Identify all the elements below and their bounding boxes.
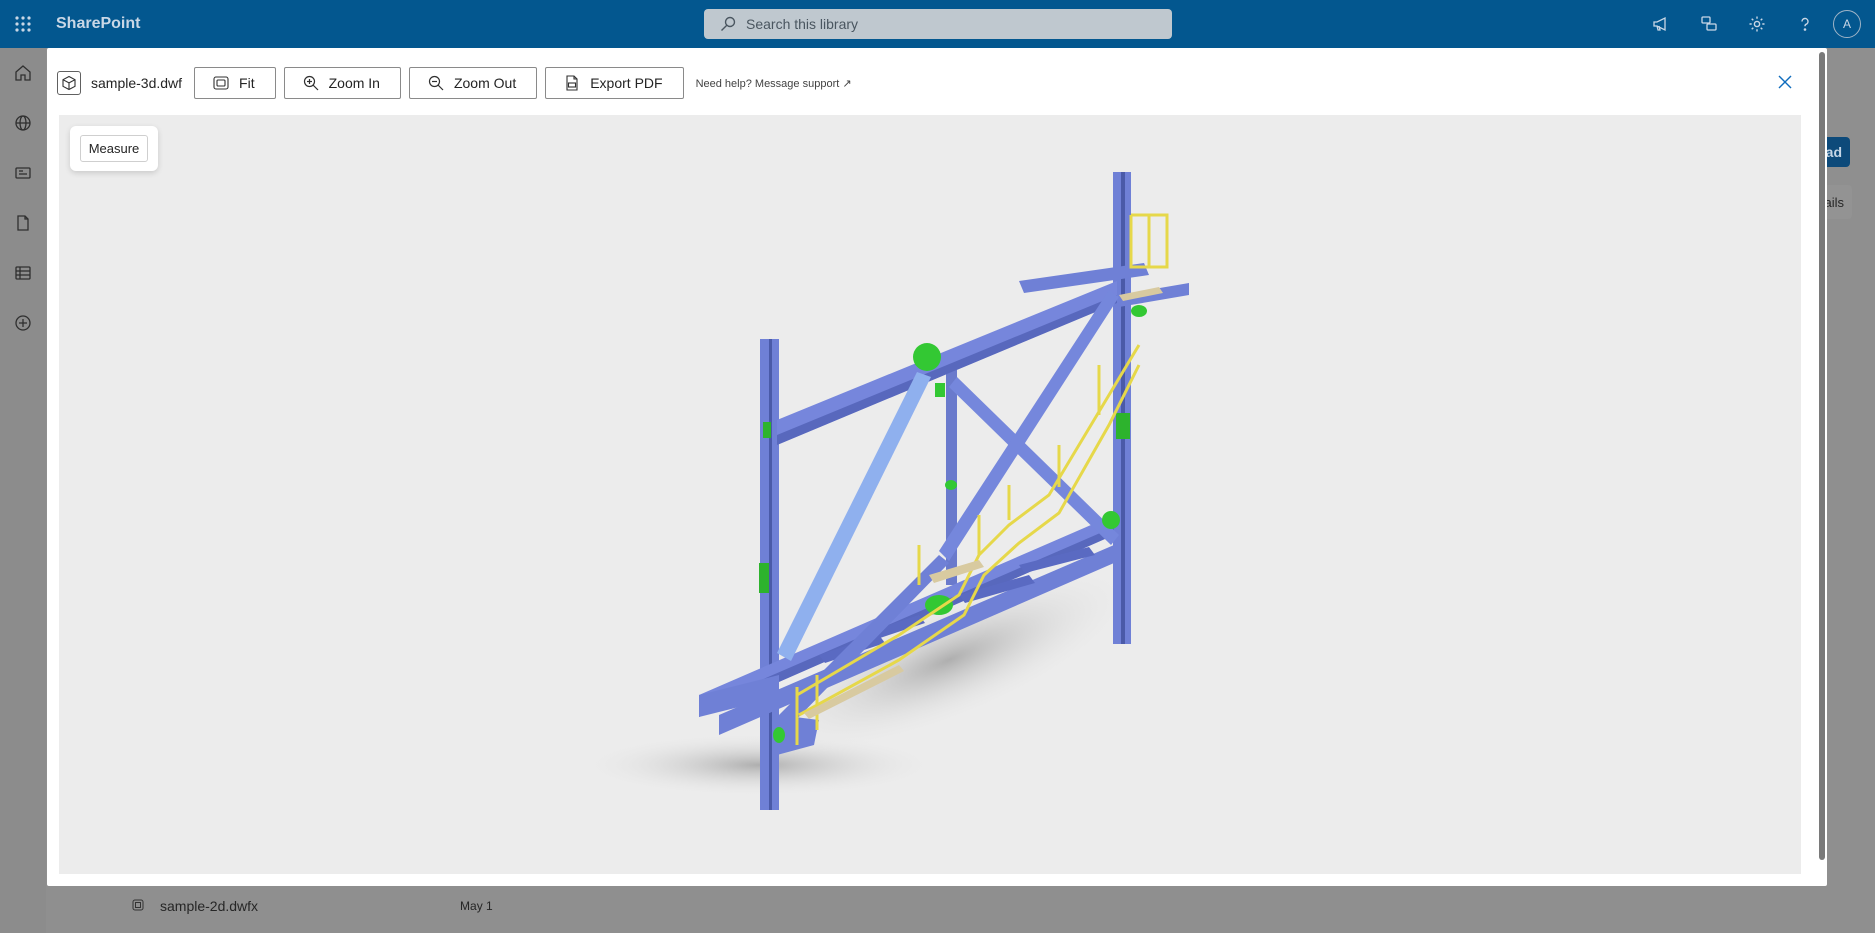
globe-icon[interactable] — [0, 98, 46, 148]
list-item: sample-2d.dwfx May 1 — [46, 887, 1875, 925]
avatar[interactable]: A — [1833, 10, 1861, 38]
zoom-in-button[interactable]: Zoom In — [283, 67, 401, 99]
zoom-in-label: Zoom In — [328, 75, 380, 91]
steel-structure-model[interactable] — [59, 115, 1801, 874]
app-name[interactable]: SharePoint — [56, 15, 140, 33]
model-canvas[interactable]: Measure — [59, 115, 1801, 874]
app-launcher-icon[interactable] — [0, 0, 46, 48]
search-placeholder: Search this library — [746, 16, 859, 32]
left-rail — [0, 48, 46, 933]
zoom-in-icon — [303, 75, 319, 91]
help-icon[interactable] — [1781, 0, 1829, 48]
document-icon[interactable] — [0, 198, 46, 248]
add-icon[interactable] — [0, 298, 46, 348]
file-viewer-dialog: sample-3d.dwf Fit Zoom In Zoom Out Expor… — [47, 48, 1827, 886]
export-pdf-button[interactable]: Export PDF — [545, 67, 684, 99]
cube-icon — [57, 71, 81, 95]
fit-button[interactable]: Fit — [194, 67, 276, 99]
search-input[interactable]: Search this library — [704, 9, 1172, 39]
zoom-out-button[interactable]: Zoom Out — [408, 67, 538, 99]
chat-icon[interactable] — [1685, 0, 1733, 48]
file-name: sample-2d.dwfx — [160, 898, 259, 914]
zoom-out-label: Zoom Out — [453, 75, 517, 91]
close-icon[interactable] — [1773, 70, 1797, 94]
news-icon[interactable] — [0, 148, 46, 198]
gear-icon[interactable] — [1733, 0, 1781, 48]
megaphone-icon[interactable] — [1637, 0, 1685, 48]
zoom-out-icon — [428, 75, 444, 91]
file-name: sample-3d.dwf — [91, 75, 183, 91]
pdf-icon — [566, 75, 578, 91]
export-pdf-label: Export PDF — [590, 75, 663, 91]
viewer-toolbar: sample-3d.dwf Fit Zoom In Zoom Out Expor… — [57, 66, 852, 100]
help-link[interactable]: Need help? Message support ↗ — [696, 77, 852, 90]
fit-label: Fit — [239, 75, 255, 91]
file-modified-date: May 1 — [460, 899, 493, 913]
scrollbar[interactable] — [1819, 52, 1825, 860]
suite-header: SharePoint Search this library A — [0, 0, 1875, 48]
file-type-icon — [132, 899, 144, 914]
search-icon — [721, 16, 736, 31]
fit-icon — [213, 76, 229, 90]
home-icon[interactable] — [0, 48, 46, 98]
list-icon[interactable] — [0, 248, 46, 298]
